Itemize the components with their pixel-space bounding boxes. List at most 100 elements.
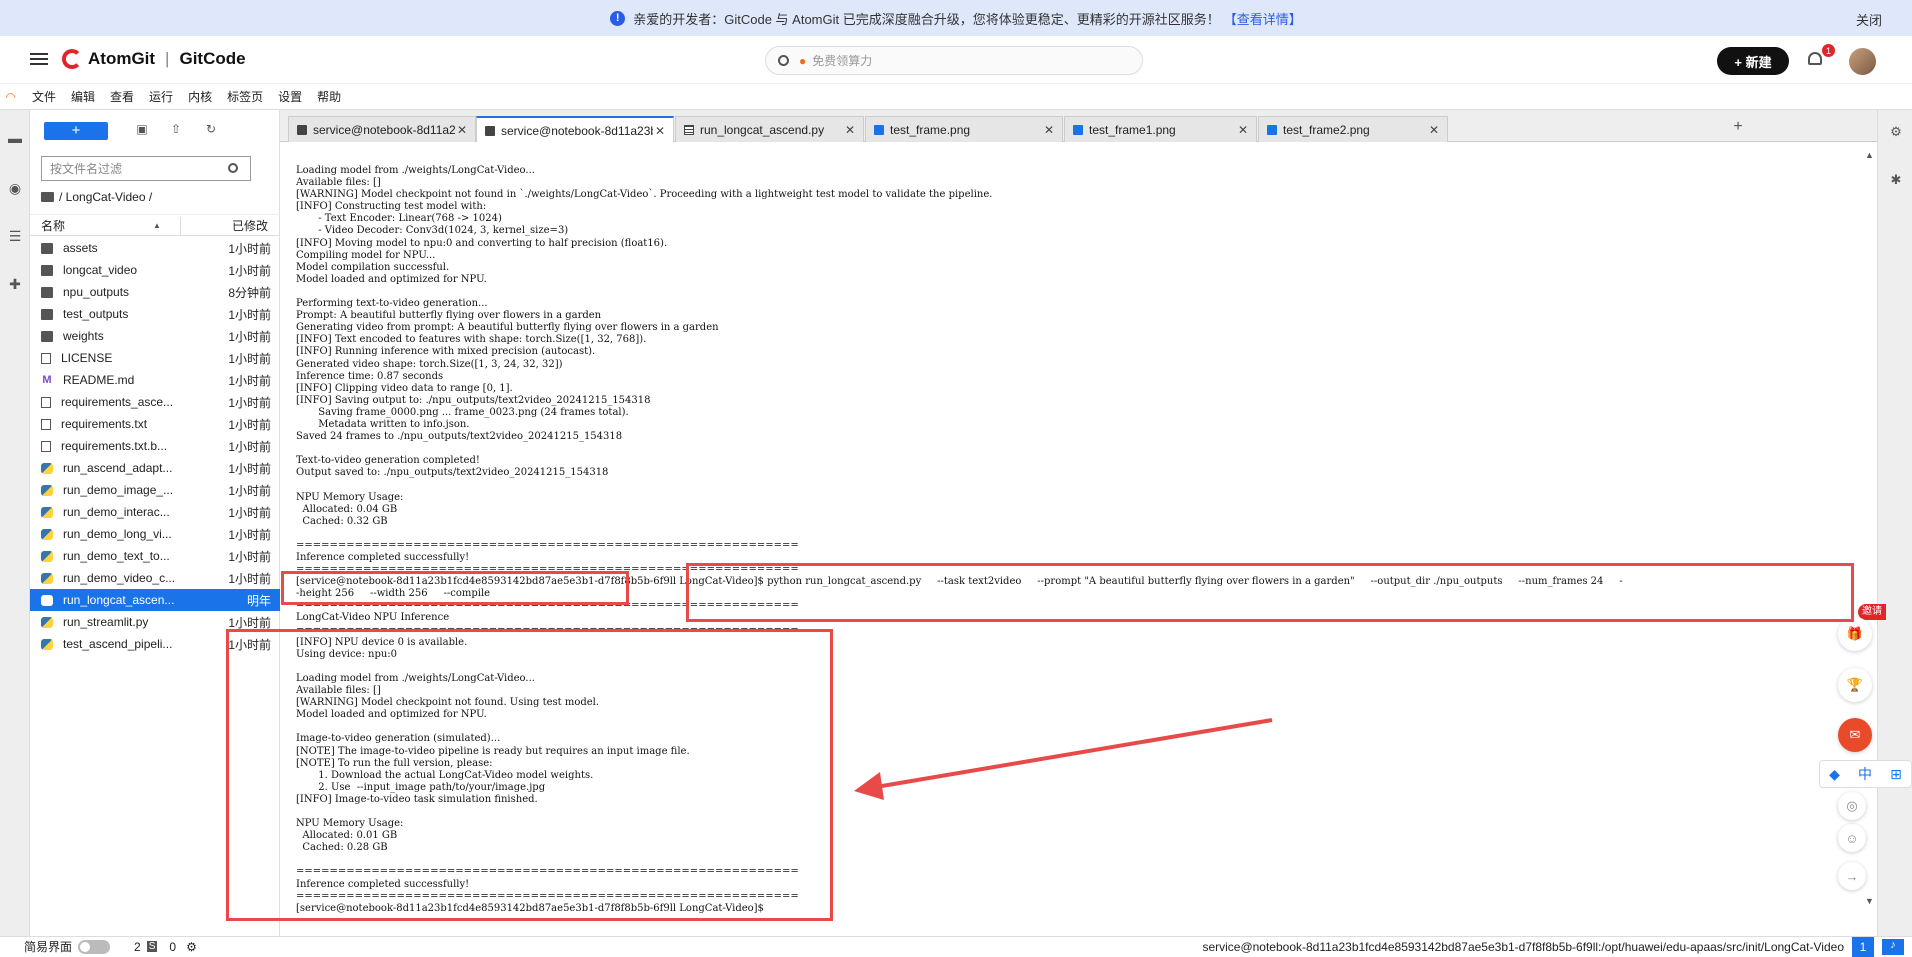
- tab-label: service@notebook-8d11a23b1fcd4e8593142bd…: [313, 122, 455, 137]
- file-modified: 1小时前: [228, 461, 271, 476]
- running-kernels-icon[interactable]: ◉: [7, 180, 23, 196]
- user-avatar[interactable]: [1849, 48, 1876, 75]
- new-folder-icon[interactable]: ▣: [134, 122, 150, 138]
- simple-mode-toggle[interactable]: [78, 939, 111, 954]
- trophy-icon[interactable]: 🏆: [1838, 668, 1872, 702]
- close-icon[interactable]: ✕: [845, 123, 855, 137]
- file-name: requirements_asce...: [61, 395, 174, 409]
- arrow-right-icon[interactable]: →: [1838, 862, 1866, 890]
- file-list-item[interactable]: requirements.txt.b... 1小时前: [30, 435, 280, 457]
- jupyter-menubar: ◠ 文件 编辑 查看 运行 内核 标签页 设置 帮助: [0, 84, 1912, 110]
- close-icon[interactable]: ✕: [1238, 123, 1248, 137]
- simple-mode-label: 简易界面: [24, 940, 73, 954]
- terminal-status-icon: S: [146, 941, 158, 952]
- terminal-count[interactable]: 0: [169, 940, 176, 954]
- scroll-up-icon[interactable]: ▲: [1865, 150, 1874, 160]
- file-list-item[interactable]: run_ascend_adapt... 1小时前: [30, 457, 280, 479]
- tab-4[interactable]: test_frame1.png ✕: [1064, 116, 1257, 142]
- tab-label: test_frame1.png: [1089, 122, 1176, 137]
- banner-close-button[interactable]: 关闭: [1856, 10, 1882, 29]
- ime-grid-icon[interactable]: ⊞: [1890, 766, 1902, 783]
- banner-details-link[interactable]: 【查看详情】: [1224, 9, 1302, 28]
- refresh-icon[interactable]: ↻: [203, 122, 219, 138]
- close-icon[interactable]: ✕: [1044, 123, 1054, 137]
- file-list-item[interactable]: longcat_video 1小时前: [30, 259, 280, 281]
- extensions-icon[interactable]: ✚: [7, 276, 23, 292]
- hamburger-menu-icon[interactable]: [30, 50, 48, 68]
- new-button[interactable]: + 新建: [1717, 47, 1789, 75]
- file-list-item[interactable]: run_longcat_ascen... 明年: [30, 589, 280, 611]
- file-list-item[interactable]: requirements.txt 1小时前: [30, 413, 280, 435]
- file-list-item[interactable]: assets 1小时前: [30, 237, 280, 259]
- tab-0[interactable]: service@notebook-8d11a23b1fcd4e8593142bd…: [288, 116, 476, 142]
- tab-2[interactable]: run_longcat_ascend.py ✕: [675, 116, 864, 142]
- file-name: test_ascend_pipeli...: [63, 637, 173, 651]
- file-list-item[interactable]: test_ascend_pipeli... 1小时前: [30, 633, 280, 655]
- file-list-item[interactable]: npu_outputs 8分钟前: [30, 281, 280, 303]
- menu-file[interactable]: 文件: [32, 88, 56, 105]
- file-name: test_outputs: [63, 307, 129, 321]
- python-file-icon: [41, 594, 53, 606]
- file-modified: 1小时前: [228, 549, 271, 564]
- terminal-scrollbar[interactable]: ▲ ▼: [1862, 142, 1877, 932]
- smile-icon[interactable]: ☺: [1838, 824, 1866, 852]
- terminal-panel[interactable]: Loading model from ./weights/LongCat-Vid…: [287, 142, 1877, 932]
- file-list-item[interactable]: LICENSE 1小时前: [30, 347, 280, 369]
- file-list-item[interactable]: requirements_asce... 1小时前: [30, 391, 280, 413]
- ime-toolbar[interactable]: ◆ 中 ⊞: [1819, 760, 1912, 788]
- menu-edit[interactable]: 编辑: [71, 88, 95, 105]
- file-list-item[interactable]: weights 1小时前: [30, 325, 280, 347]
- file-list-item[interactable]: test_outputs 1小时前: [30, 303, 280, 325]
- menu-help[interactable]: 帮助: [317, 88, 341, 105]
- settings-circle-icon[interactable]: ◎: [1838, 792, 1866, 820]
- close-icon[interactable]: ✕: [655, 124, 665, 138]
- file-list-item[interactable]: run_demo_long_vi... 1小时前: [30, 523, 280, 545]
- file-browser-icon[interactable]: ▬: [7, 130, 23, 146]
- breadcrumb[interactable]: / LongCat-Video /: [41, 190, 152, 204]
- kernel-count[interactable]: 2: [134, 940, 141, 954]
- site-logo[interactable]: AtomGit | GitCode: [62, 49, 246, 69]
- debugger-icon[interactable]: ✱: [1888, 172, 1904, 188]
- site-header: AtomGit | GitCode ● 免费领算力 + 新建 1: [0, 36, 1912, 84]
- file-list-item[interactable]: run_demo_video_c... 1小时前: [30, 567, 280, 589]
- property-inspector-icon[interactable]: ⚙: [1888, 124, 1904, 140]
- invite-tag[interactable]: 邀请: [1858, 604, 1886, 620]
- new-launcher-button[interactable]: +: [44, 122, 108, 140]
- tab-1[interactable]: service@notebook-8d11a23b1fcd4e8593142bd…: [476, 116, 674, 143]
- file-list-item[interactable]: run_demo_interac... 1小时前: [30, 501, 280, 523]
- close-icon[interactable]: ✕: [1429, 123, 1439, 137]
- file-name: assets: [63, 241, 98, 255]
- file-modified: 1小时前: [228, 571, 271, 586]
- chat-icon[interactable]: ✉: [1838, 718, 1872, 752]
- table-of-contents-icon[interactable]: ☰: [7, 228, 23, 244]
- column-name[interactable]: 名称: [41, 217, 65, 234]
- file-modified: 1小时前: [228, 527, 271, 542]
- scroll-down-icon[interactable]: ▼: [1865, 896, 1874, 906]
- file-list-item[interactable]: run_demo_image_... 1小时前: [30, 479, 280, 501]
- status-bell-icon[interactable]: ♪: [1882, 939, 1904, 955]
- column-modified[interactable]: 已修改: [232, 217, 268, 234]
- add-tab-icon[interactable]: +: [1729, 118, 1747, 136]
- file-list-item[interactable]: run_streamlit.py 1小时前: [30, 611, 280, 633]
- file-filter-input[interactable]: 按文件名过滤: [41, 156, 251, 181]
- ime-chinese-mode[interactable]: 中: [1858, 764, 1872, 784]
- file-list-item[interactable]: run_demo_text_to... 1小时前: [30, 545, 280, 567]
- file-modified: 1小时前: [228, 351, 271, 366]
- notification-count-status[interactable]: 1: [1852, 937, 1874, 957]
- file-modified: 1小时前: [228, 395, 271, 410]
- menu-run[interactable]: 运行: [149, 88, 173, 105]
- file-modified: 1小时前: [228, 263, 271, 278]
- menu-kernel[interactable]: 内核: [188, 88, 212, 105]
- tab-label: service@notebook-8d11a23b1fcd4e8593142bd…: [501, 123, 653, 138]
- menu-tabs[interactable]: 标签页: [227, 88, 263, 105]
- status-bar: 简易界面 2 S 0 ⚙ service@notebook-8d11a23b1f…: [0, 936, 1912, 957]
- search-input[interactable]: ● 免费领算力: [765, 46, 1143, 75]
- menu-settings[interactable]: 设置: [278, 88, 302, 105]
- menu-view[interactable]: 查看: [110, 88, 134, 105]
- tab-3[interactable]: test_frame.png ✕: [865, 116, 1063, 142]
- close-icon[interactable]: ✕: [457, 123, 467, 137]
- tab-5[interactable]: test_frame2.png ✕: [1258, 116, 1448, 142]
- upload-icon[interactable]: ⇧: [168, 122, 184, 138]
- file-list-item[interactable]: M README.md 1小时前: [30, 369, 280, 391]
- gift-icon[interactable]: 🎁: [1838, 617, 1872, 651]
